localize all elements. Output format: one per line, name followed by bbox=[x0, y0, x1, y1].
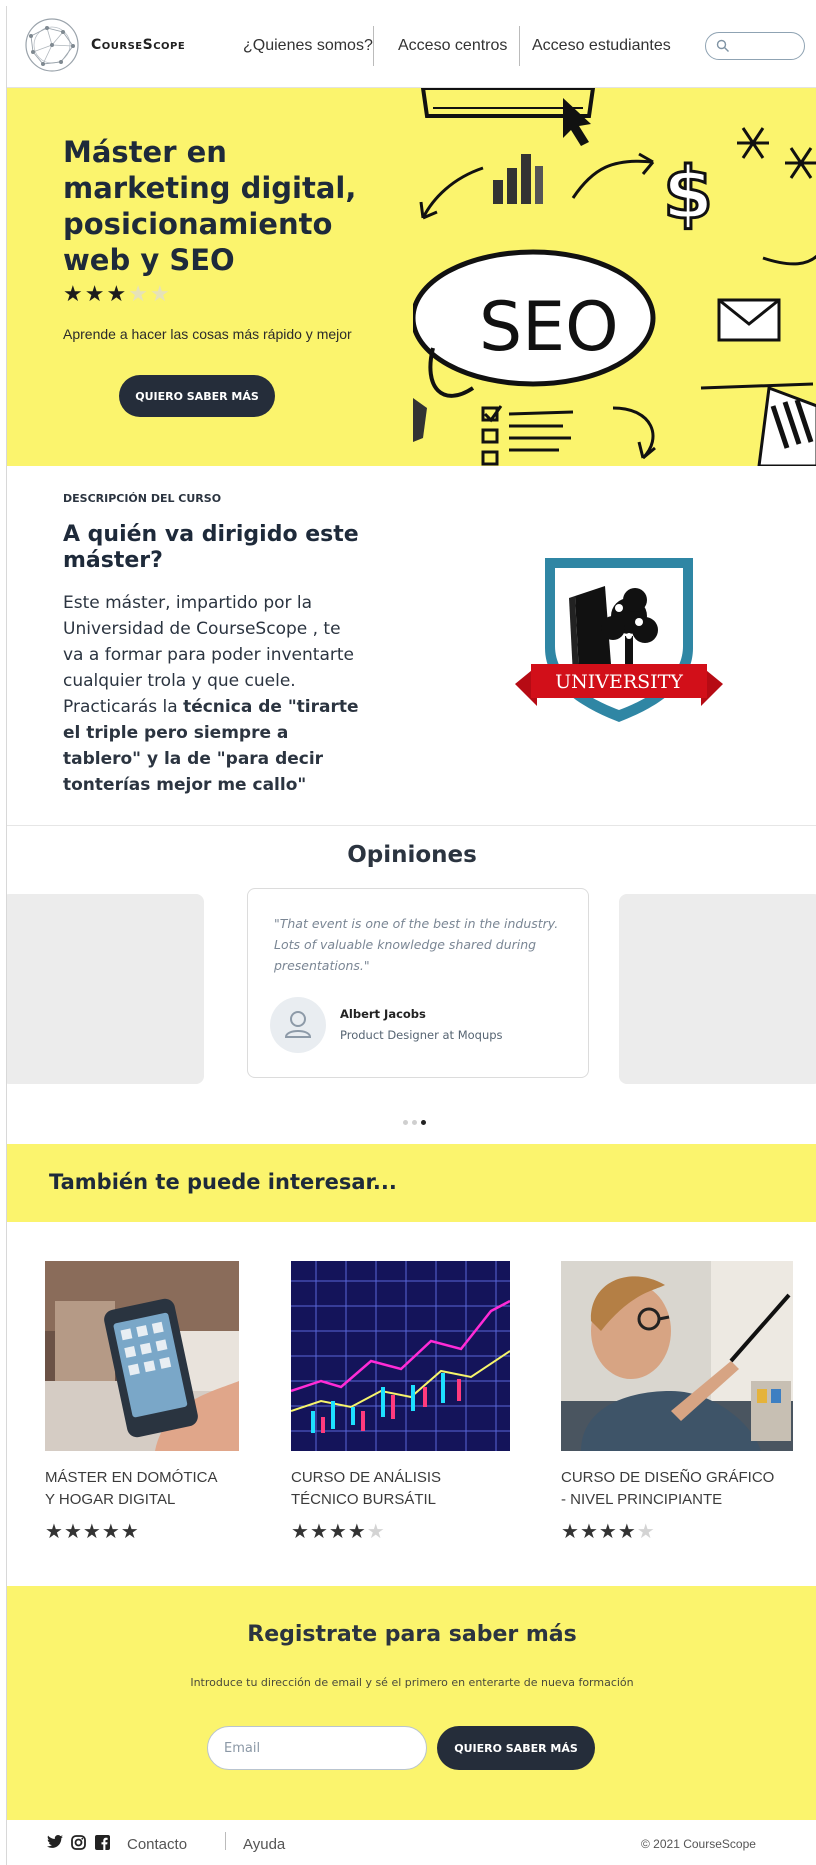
related-courses-band: También te puede interesar... bbox=[7, 1144, 816, 1222]
graphic-designer-image bbox=[561, 1261, 793, 1451]
brand-name[interactable]: CourseScope bbox=[91, 37, 185, 53]
testimonial-role: Product Designer at Moqups bbox=[340, 1028, 503, 1042]
nav-divider bbox=[373, 26, 374, 66]
search-icon bbox=[716, 39, 729, 52]
star-filled-icon: ★ bbox=[291, 1519, 310, 1543]
description-body: Este máster, impartido por la Universida… bbox=[63, 590, 363, 798]
testimonial-card-next[interactable] bbox=[619, 894, 816, 1084]
footer-link-contact[interactable]: Contacto bbox=[127, 1836, 187, 1853]
site-footer: Contacto Ayuda © 2021 CourseScope bbox=[7, 1820, 816, 1865]
hero-title: Máster en marketing digital, posicionami… bbox=[63, 135, 357, 277]
course-card[interactable]: CURSO DE ANÁLISIS TÉCNICO BURSÁTIL ★★★★★ bbox=[291, 1261, 511, 1543]
nav-link-students[interactable]: Acceso estudiantes bbox=[532, 37, 671, 55]
svg-text:$: $ bbox=[663, 151, 713, 235]
star-filled-icon: ★ bbox=[106, 282, 129, 307]
star-filled-icon: ★ bbox=[561, 1519, 580, 1543]
register-cta-button[interactable]: QUIERO SABER MÁS bbox=[437, 1726, 595, 1770]
course-card[interactable]: CURSO DE DISEÑO GRÁFICO - NIVEL PRINCIPI… bbox=[561, 1261, 793, 1543]
testimonial-quote: "That event is one of the best in the in… bbox=[274, 916, 559, 973]
globe-logo-icon[interactable] bbox=[23, 16, 81, 74]
carousel-dots bbox=[403, 1110, 430, 1129]
course-card[interactable]: MÁSTER EN DOMÓTICA Y HOGAR DIGITAL ★★★★★ bbox=[45, 1261, 265, 1543]
star-filled-icon: ★ bbox=[45, 1519, 64, 1543]
register-section: Registrate para saber más Introduce tu d… bbox=[7, 1586, 816, 1820]
page: CourseScope ¿Quienes somos? Acceso centr… bbox=[6, 6, 816, 1865]
register-title: Registrate para saber más bbox=[247, 1622, 577, 1647]
nav-link-centers[interactable]: Acceso centros bbox=[398, 37, 507, 55]
course-rating: ★★★★★ bbox=[291, 1519, 511, 1543]
carousel-dot[interactable] bbox=[412, 1120, 417, 1125]
svg-text:UNIVERSITY: UNIVERSITY bbox=[555, 671, 683, 693]
copyright: © 2021 CourseScope bbox=[641, 1837, 756, 1851]
related-title: También te puede interesar... bbox=[49, 1170, 397, 1194]
avatar bbox=[270, 997, 326, 1053]
course-title[interactable]: CURSO DE ANÁLISIS TÉCNICO BURSÁTIL bbox=[291, 1467, 471, 1511]
star-empty-icon: ★ bbox=[149, 282, 172, 307]
opinions-title: Opiniones bbox=[347, 842, 477, 868]
site-header: CourseScope ¿Quienes somos? Acceso centr… bbox=[7, 6, 816, 88]
hero-subtitle: Aprende a hacer las cosas más rápido y m… bbox=[63, 326, 352, 342]
footer-link-help[interactable]: Ayuda bbox=[243, 1836, 285, 1853]
hero-section: Máster en marketing digital, posicionami… bbox=[7, 88, 816, 466]
testimonial-card: "That event is one of the best in the in… bbox=[247, 888, 589, 1078]
star-empty-icon: ★ bbox=[128, 282, 150, 307]
star-filled-icon: ★ bbox=[120, 1519, 140, 1543]
register-subtitle: Introduce tu dirección de email y sé el … bbox=[190, 1676, 634, 1689]
star-filled-icon: ★ bbox=[63, 282, 85, 307]
stock-chart-image bbox=[291, 1261, 510, 1451]
email-field[interactable] bbox=[207, 1726, 427, 1770]
twitter-icon[interactable] bbox=[47, 1835, 63, 1849]
nav-divider bbox=[519, 26, 520, 66]
user-icon bbox=[284, 1011, 312, 1038]
star-filled-icon: ★ bbox=[617, 1519, 637, 1543]
search-input[interactable] bbox=[705, 32, 805, 60]
seo-sketch-image: $ SEO bbox=[413, 88, 816, 466]
instagram-icon[interactable] bbox=[71, 1835, 86, 1850]
svg-text:SEO: SEO bbox=[479, 288, 619, 367]
carousel-dot-active[interactable] bbox=[421, 1120, 426, 1125]
star-filled-icon: ★ bbox=[347, 1519, 367, 1543]
course-title[interactable]: CURSO DE DISEÑO GRÁFICO - NIVEL PRINCIPI… bbox=[561, 1467, 781, 1511]
nav-link-about[interactable]: ¿Quienes somos? bbox=[243, 37, 373, 55]
university-crest-image: UNIVERSITY bbox=[515, 558, 723, 722]
footer-divider bbox=[225, 1832, 226, 1850]
hero-cta-button[interactable]: QUIERO SABER MÁS bbox=[119, 375, 275, 417]
description-title: A quién va dirigido este máster? bbox=[63, 522, 359, 573]
star-filled-icon: ★ bbox=[598, 1519, 618, 1543]
star-empty-icon: ★ bbox=[366, 1519, 386, 1543]
testimonial-author: Albert Jacobs bbox=[340, 1007, 426, 1021]
star-filled-icon: ★ bbox=[328, 1519, 348, 1543]
section-kicker: DESCRIPCIÓN DEL CURSO bbox=[63, 492, 222, 505]
star-filled-icon: ★ bbox=[82, 1519, 102, 1543]
star-filled-icon: ★ bbox=[101, 1519, 121, 1543]
star-filled-icon: ★ bbox=[84, 282, 107, 307]
course-title[interactable]: MÁSTER EN DOMÓTICA Y HOGAR DIGITAL bbox=[45, 1467, 225, 1511]
smartphone-home-image bbox=[45, 1261, 239, 1451]
star-filled-icon: ★ bbox=[579, 1519, 599, 1543]
testimonial-card-previous[interactable] bbox=[7, 894, 204, 1084]
facebook-icon[interactable] bbox=[95, 1835, 110, 1850]
course-rating: ★★★★★ bbox=[561, 1519, 781, 1543]
star-filled-icon: ★ bbox=[63, 1519, 83, 1543]
star-filled-icon: ★ bbox=[309, 1519, 329, 1543]
course-rating: ★★★★★ bbox=[45, 1519, 265, 1543]
hero-rating: ★★★★★ bbox=[63, 282, 172, 307]
star-empty-icon: ★ bbox=[636, 1519, 656, 1543]
course-description-section: DESCRIPCIÓN DEL CURSO A quién va dirigid… bbox=[7, 466, 816, 826]
carousel-dot[interactable] bbox=[403, 1120, 408, 1125]
